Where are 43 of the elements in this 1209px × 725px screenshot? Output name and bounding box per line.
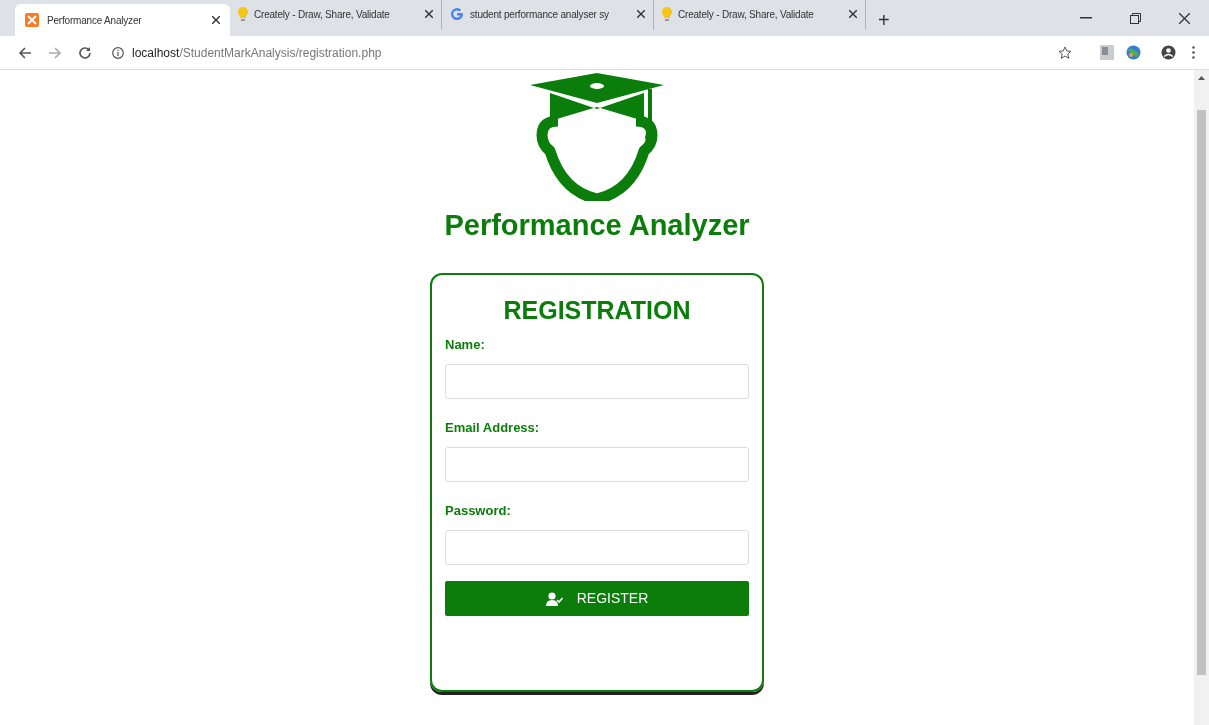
bulb-icon bbox=[238, 7, 248, 21]
close-tab-icon[interactable] bbox=[637, 10, 645, 18]
app-title: Performance Analyzer bbox=[444, 208, 750, 243]
bulb-icon bbox=[662, 7, 672, 21]
globe-icon[interactable] bbox=[1126, 45, 1141, 60]
field-label: Email Address: bbox=[445, 419, 541, 437]
browser-tab[interactable]: Creately - Draw, Share, Validate bbox=[230, 0, 442, 30]
google-icon bbox=[450, 7, 464, 21]
menu-icon[interactable] bbox=[1192, 46, 1195, 59]
tab-title: Creately - Draw, Share, Validate bbox=[254, 7, 391, 22]
url-text: localhost/StudentMarkAnalysis/registration.php bbox=[132, 44, 382, 62]
browser-tab[interactable]: Creately - Draw, Share, Validate bbox=[654, 0, 866, 30]
form-heading: REGISTRATION bbox=[502, 295, 692, 326]
close-tab-icon[interactable] bbox=[849, 10, 857, 18]
tab-title: Creately - Draw, Share, Validate bbox=[678, 7, 815, 22]
input-field[interactable] bbox=[445, 530, 749, 565]
student-cap-icon bbox=[530, 73, 664, 201]
account-icon[interactable] bbox=[1161, 45, 1176, 60]
close-icon[interactable] bbox=[1179, 12, 1190, 24]
address-bar[interactable]: localhost/StudentMarkAnalysis/registration.php bbox=[104, 38, 1080, 67]
input-field[interactable] bbox=[445, 447, 749, 482]
info-icon bbox=[112, 46, 124, 59]
browser-tab[interactable]: student performance analyser sy bbox=[442, 0, 654, 30]
scroll-up-icon[interactable] bbox=[1198, 76, 1205, 80]
close-tab-icon[interactable] bbox=[212, 16, 220, 24]
browser-tab[interactable]: Performance Analyzer bbox=[15, 4, 230, 36]
user-check-icon bbox=[545, 591, 563, 606]
star-icon[interactable] bbox=[1058, 45, 1072, 60]
reload-icon[interactable] bbox=[78, 45, 92, 60]
scrollbar[interactable] bbox=[1194, 70, 1209, 725]
field-label: Name: bbox=[445, 336, 486, 354]
minimize-icon[interactable] bbox=[1080, 17, 1092, 19]
new-tab-button[interactable]: + bbox=[874, 10, 894, 30]
register-button[interactable]: REGISTER bbox=[445, 581, 749, 616]
field-label: Password: bbox=[445, 502, 512, 520]
restore-icon[interactable] bbox=[1130, 12, 1141, 24]
input-field[interactable] bbox=[445, 364, 749, 399]
back-icon[interactable] bbox=[18, 45, 32, 60]
tab-title: student performance analyser sy bbox=[470, 7, 610, 22]
close-tab-icon[interactable] bbox=[425, 10, 433, 18]
scrollbar-thumb[interactable] bbox=[1197, 110, 1206, 675]
app-logo-icon bbox=[25, 13, 39, 27]
tab-title: Performance Analyzer bbox=[47, 13, 143, 28]
